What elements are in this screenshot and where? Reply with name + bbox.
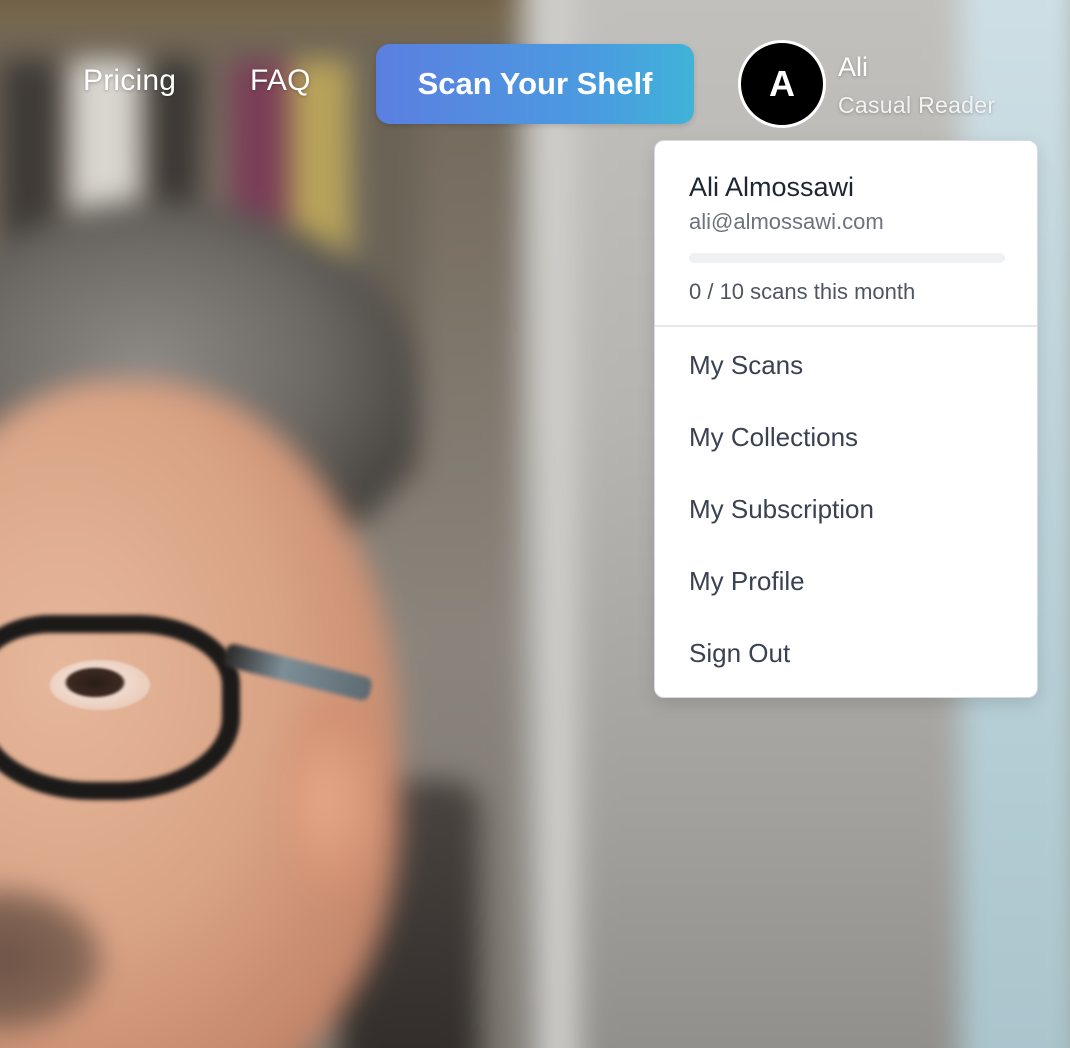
menu-item-my-scans[interactable]: My Scans (655, 333, 1037, 405)
dropdown-menu-items: My Scans My Collections My Subscription … (655, 327, 1037, 693)
nav-link-faq[interactable]: FAQ (250, 64, 311, 98)
scan-usage-text: 0 / 10 scans this month (689, 279, 916, 304)
page: Pricing FAQ Scan Your Shelf A Ali Casual… (0, 0, 1070, 1048)
account-email: ali@almossawi.com (689, 209, 884, 234)
user-menu-toggle[interactable]: A Ali Casual Reader (738, 40, 1038, 130)
user-role: Casual Reader (838, 92, 996, 118)
nav-link-pricing[interactable]: Pricing (83, 64, 176, 98)
user-dropdown-menu: Ali Almossawi ali@almossawi.com 0 / 10 s… (654, 140, 1038, 698)
menu-item-my-subscription[interactable]: My Subscription (655, 477, 1037, 549)
account-full-name: Ali Almossawi (689, 172, 855, 202)
menu-item-my-profile[interactable]: My Profile (655, 549, 1037, 621)
menu-item-my-collections[interactable]: My Collections (655, 405, 1037, 477)
dropdown-account-summary: Ali Almossawi ali@almossawi.com 0 / 10 s… (655, 141, 1037, 327)
menu-item-sign-out[interactable]: Sign Out (655, 621, 1037, 693)
avatar[interactable]: A (738, 40, 826, 128)
scan-your-shelf-button[interactable]: Scan Your Shelf (376, 44, 694, 124)
scan-usage-progress-bar (689, 253, 1005, 263)
user-name: Ali (838, 52, 869, 82)
